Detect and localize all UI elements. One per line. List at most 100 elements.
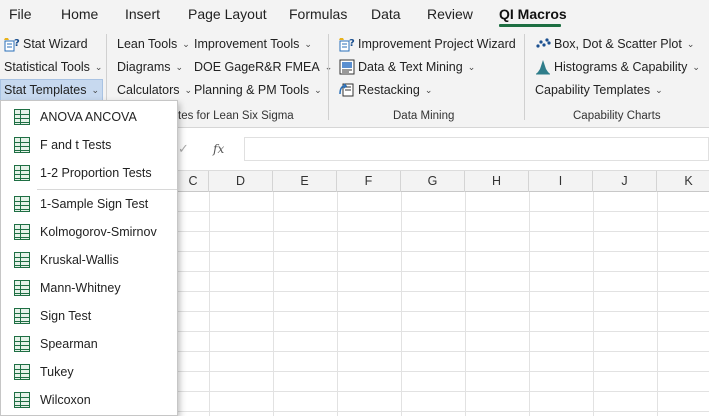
- group-label-lean-six-sigma: tes for Lean Six Sigma: [178, 110, 294, 122]
- grid-line: [593, 192, 594, 416]
- improvement-tools-button[interactable]: Improvement Tools ⌄: [194, 34, 312, 54]
- doe-gage-fmea-label: DOE GageR&R FMEA: [194, 60, 320, 74]
- improvement-wizard-icon: ?: [339, 36, 355, 52]
- statistical-tools-button[interactable]: Statistical Tools ⌄: [4, 57, 102, 77]
- menu-item-label: ANOVA ANCOVA: [40, 110, 137, 124]
- column-header-j[interactable]: J: [593, 171, 657, 192]
- chevron-down-icon: ⌄: [91, 85, 99, 95]
- grid-line: [209, 192, 210, 416]
- menu-item-f-and-t-tests[interactable]: F and t Tests: [1, 131, 177, 159]
- grid-line: [465, 192, 466, 416]
- doe-gage-fmea-button[interactable]: DOE GageR&R FMEA ⌄: [194, 57, 332, 77]
- menu-item-label: Spearman: [40, 337, 98, 351]
- scatter-plot-icon: [535, 36, 551, 52]
- column-header-h[interactable]: H: [465, 171, 529, 192]
- chevron-down-icon: ⌄: [304, 39, 312, 49]
- grid-line: [337, 192, 338, 416]
- menu-item-anova-ancova[interactable]: ANOVA ANCOVA: [1, 103, 177, 131]
- group-label-data-mining: Data Mining: [393, 110, 455, 122]
- column-header-f[interactable]: F: [337, 171, 401, 192]
- table-icon: [14, 137, 30, 153]
- stat-templates-button[interactable]: Stat Templates ⌄: [0, 79, 103, 101]
- diagrams-label: Diagrams: [117, 60, 171, 74]
- capability-templates-button[interactable]: Capability Templates ⌄: [535, 80, 663, 100]
- menu-item-sign-test[interactable]: Sign Test: [1, 302, 177, 330]
- stat-wizard-button[interactable]: ? Stat Wizard: [4, 34, 88, 54]
- menu-item-label: Wilcoxon: [40, 393, 91, 407]
- menu-item-label: Kolmogorov-Smirnov: [40, 225, 157, 239]
- function-icon[interactable]: fx: [213, 142, 224, 156]
- grid-line: [401, 192, 402, 416]
- column-header-g[interactable]: G: [401, 171, 465, 192]
- column-header-k[interactable]: K: [657, 171, 709, 192]
- box-dot-scatter-button[interactable]: Box, Dot & Scatter Plot ⌄: [535, 34, 694, 54]
- table-icon: [14, 336, 30, 352]
- svg-text:?: ?: [14, 38, 20, 49]
- histograms-capability-button[interactable]: Histograms & Capability ⌄: [535, 57, 700, 77]
- restacking-label: Restacking: [358, 83, 420, 97]
- diagrams-button[interactable]: Diagrams ⌄: [117, 57, 183, 77]
- restacking-icon: [339, 82, 355, 98]
- table-icon: [14, 252, 30, 268]
- menu-item-label: Tukey: [40, 365, 74, 379]
- tab-file[interactable]: File: [9, 6, 32, 22]
- tab-data[interactable]: Data: [371, 6, 401, 22]
- chevron-down-icon: ⌄: [175, 62, 184, 72]
- menu-item-label: Mann-Whitney: [40, 281, 121, 295]
- menu-item-kolmogorov-smirnov[interactable]: Kolmogorov-Smirnov: [1, 218, 177, 246]
- tab-review[interactable]: Review: [427, 6, 473, 22]
- tab-page-layout[interactable]: Page Layout: [188, 6, 267, 22]
- data-text-mining-label: Data & Text Mining: [358, 60, 463, 74]
- column-header-i[interactable]: I: [529, 171, 593, 192]
- tab-insert[interactable]: Insert: [125, 6, 160, 22]
- stat-templates-label: Stat Templates: [4, 83, 87, 97]
- calculators-label: Calculators: [117, 83, 180, 97]
- stat-wizard-icon: ?: [4, 36, 20, 52]
- planning-pm-tools-label: Planning & PM Tools: [194, 83, 310, 97]
- histogram-icon: [535, 59, 551, 75]
- column-header-e[interactable]: E: [273, 171, 337, 192]
- chevron-down-icon: ⌄: [314, 85, 322, 95]
- grid-line: [273, 192, 274, 416]
- menu-item-spearman[interactable]: Spearman: [1, 330, 177, 358]
- active-tab-indicator: [499, 24, 561, 27]
- menu-item-kruskal-wallis[interactable]: Kruskal-Wallis: [1, 246, 177, 274]
- menu-item-wilcoxon[interactable]: Wilcoxon: [1, 386, 177, 414]
- menu-item-mann-whitney[interactable]: Mann-Whitney: [1, 274, 177, 302]
- capability-templates-label: Capability Templates: [535, 83, 651, 97]
- menu-item-1-sample-sign-test[interactable]: 1-Sample Sign Test: [1, 190, 177, 218]
- improvement-tools-label: Improvement Tools: [194, 37, 300, 51]
- restacking-button[interactable]: Restacking ⌄: [339, 80, 432, 100]
- column-header-c[interactable]: C: [178, 171, 209, 192]
- group-divider: [328, 34, 329, 120]
- lean-tools-button[interactable]: Lean Tools ⌄: [117, 34, 190, 54]
- tab-home[interactable]: Home: [61, 6, 98, 22]
- formula-input[interactable]: [244, 137, 709, 161]
- confirm-icon[interactable]: ✓: [178, 141, 189, 157]
- tab-qi-macros[interactable]: QI Macros: [499, 6, 567, 22]
- table-icon: [14, 224, 30, 240]
- histograms-capability-label: Histograms & Capability: [554, 60, 688, 74]
- table-icon: [14, 196, 30, 212]
- tab-formulas[interactable]: Formulas: [289, 6, 347, 22]
- chevron-down-icon: ⌄: [692, 62, 700, 72]
- chevron-down-icon: ⌄: [424, 85, 433, 95]
- table-icon: [14, 280, 30, 296]
- column-header-d[interactable]: D: [209, 171, 273, 192]
- grid-line: [657, 192, 658, 416]
- chevron-down-icon: ⌄: [94, 62, 103, 72]
- table-icon: [14, 308, 30, 324]
- statistical-tools-label: Statistical Tools: [4, 60, 90, 74]
- menu-item-label: 1-Sample Sign Test: [40, 197, 149, 211]
- calculators-button[interactable]: Calculators ⌄: [117, 80, 192, 100]
- menu-item-tukey[interactable]: Tukey: [1, 358, 177, 386]
- stat-templates-menu: ANOVA ANCOVA F and t Tests 1-2 Proportio…: [0, 100, 178, 416]
- planning-pm-tools-button[interactable]: Planning & PM Tools ⌄: [194, 80, 322, 100]
- chevron-down-icon: ⌄: [184, 85, 193, 95]
- improvement-project-wizard-button[interactable]: ? Improvement Project Wizard: [339, 34, 516, 54]
- table-icon: [14, 165, 30, 181]
- menu-item-proportion-tests[interactable]: 1-2 Proportion Tests: [1, 159, 177, 187]
- improvement-wizard-label: Improvement Project Wizard: [358, 37, 516, 51]
- data-text-mining-button[interactable]: Data & Text Mining ⌄: [339, 57, 475, 77]
- lean-tools-label: Lean Tools: [117, 37, 178, 51]
